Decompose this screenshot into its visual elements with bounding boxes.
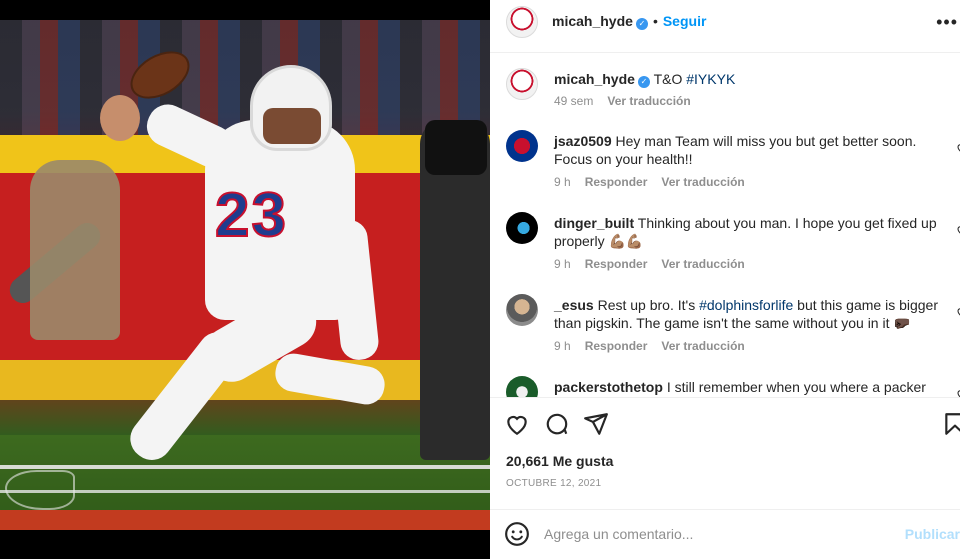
caption-text: T&O xyxy=(653,71,687,87)
commenter-avatar[interactable] xyxy=(506,294,538,326)
photo-player-face xyxy=(263,108,321,144)
comment-username[interactable]: packerstothetop xyxy=(554,379,663,395)
comment-item: dinger_built Thinking about you man. I h… xyxy=(506,212,960,282)
comment-item: packerstothetop I still remember when yo… xyxy=(506,376,960,397)
comment-meta: 9 h Responder Ver traducción xyxy=(554,175,759,189)
follow-button[interactable]: Seguir xyxy=(663,13,707,29)
comment-text: _esus Rest up bro. It's #dolphinsforlife… xyxy=(554,296,946,332)
post-photo[interactable]: 23 xyxy=(0,20,490,530)
caption-time[interactable]: 49 sem xyxy=(554,94,593,108)
comment-time[interactable]: 9 h xyxy=(554,257,571,271)
separator-dot: • xyxy=(652,13,658,29)
caption-text-line: micah_hyde ✓ T&O #IYKYK xyxy=(554,70,946,88)
photo-camera xyxy=(425,120,487,175)
comment-input[interactable]: Agrega un comentario... xyxy=(544,526,693,542)
heart-icon[interactable] xyxy=(956,142,960,154)
comment-item: _esus Rest up bro. It's #dolphinsforlife… xyxy=(506,294,960,364)
caption-hashtag[interactable]: #IYKYK xyxy=(686,71,735,87)
heart-icon[interactable] xyxy=(956,306,960,318)
commenter-avatar[interactable] xyxy=(506,212,538,244)
photo-jersey-number: 23 xyxy=(214,180,288,251)
comment-meta: 9 h Responder Ver traducción xyxy=(554,339,759,353)
author-username[interactable]: micah_hyde xyxy=(552,13,633,29)
heart-icon[interactable] xyxy=(956,224,960,236)
caption-translate[interactable]: Ver traducción xyxy=(607,94,690,108)
more-icon[interactable]: ••• xyxy=(936,12,958,33)
comment-meta: 9 h Responder Ver traducción xyxy=(554,257,759,271)
comment-text: dinger_built Thinking about you man. I h… xyxy=(554,214,946,250)
comment-hashtag[interactable]: #dolphinsforlife xyxy=(699,297,793,313)
heart-icon[interactable] xyxy=(504,411,530,437)
comment-icon[interactable] xyxy=(544,411,570,437)
comment-text: packerstothetop I still remember when yo… xyxy=(554,378,946,396)
post-date[interactable]: OCTUBRE 12, 2021 xyxy=(506,478,601,489)
like-count[interactable]: 20,661 Me gusta xyxy=(506,453,613,469)
emoji-icon[interactable] xyxy=(504,521,530,547)
share-icon[interactable] xyxy=(583,411,609,437)
post-header: micah_hyde ✓ • Seguir ••• xyxy=(490,0,960,53)
caption-meta: 49 sem Ver traducción xyxy=(554,94,705,108)
translate-button[interactable]: Ver traducción xyxy=(661,257,744,271)
reply-button[interactable]: Responder xyxy=(585,339,648,353)
comment-username[interactable]: _esus xyxy=(554,297,594,313)
commenter-avatar[interactable] xyxy=(506,130,538,162)
author-avatar[interactable] xyxy=(506,68,538,100)
comment-item: jsaz0509 Hey man Team will miss you but … xyxy=(506,130,960,200)
reply-button[interactable]: Responder xyxy=(585,257,648,271)
post-media[interactable]: 23 xyxy=(0,0,490,559)
comment-username[interactable]: jsaz0509 xyxy=(554,133,612,149)
photo-endzone xyxy=(0,510,490,530)
comment-body: I still remember when you where a packer xyxy=(666,379,926,395)
comment-time[interactable]: 9 h xyxy=(554,175,571,189)
caption: micah_hyde ✓ T&O #IYKYK 49 sem Ver traducc… xyxy=(506,68,960,128)
reply-button[interactable]: Responder xyxy=(585,175,648,189)
author-avatar[interactable] xyxy=(506,6,538,38)
photo-field-line xyxy=(0,465,490,469)
verified-icon: ✓ xyxy=(635,18,648,30)
publish-button[interactable]: Publicar xyxy=(905,526,960,542)
commenter-avatar[interactable] xyxy=(506,376,538,397)
photo-referee-head xyxy=(100,95,140,141)
comment-time[interactable]: 9 h xyxy=(554,339,571,353)
bookmark-icon[interactable] xyxy=(942,411,960,437)
translate-button[interactable]: Ver traducción xyxy=(661,175,744,189)
post-panel: micah_hyde ✓ • Seguir ••• micah_hyde ✓ T&O #… xyxy=(490,0,960,559)
comment-username[interactable]: dinger_built xyxy=(554,215,634,231)
translate-button[interactable]: Ver traducción xyxy=(661,339,744,353)
author-line: micah_hyde ✓ • Seguir xyxy=(552,13,706,31)
comments-list[interactable]: micah_hyde ✓ T&O #IYKYK 49 sem Ver traducc… xyxy=(490,54,960,397)
verified-icon: ✓ xyxy=(637,76,650,88)
post-actions: 20,661 Me gusta OCTUBRE 12, 2021 Agrega … xyxy=(490,397,960,557)
heart-icon[interactable] xyxy=(956,388,960,397)
add-comment-bar: Agrega un comentario... Publicar xyxy=(490,509,960,558)
comment-text: jsaz0509 Hey man Team will miss you but … xyxy=(554,132,946,168)
comment-body: Rest up bro. It's xyxy=(597,297,700,313)
photo-referee xyxy=(30,160,120,340)
caption-username[interactable]: micah_hyde xyxy=(554,71,635,87)
